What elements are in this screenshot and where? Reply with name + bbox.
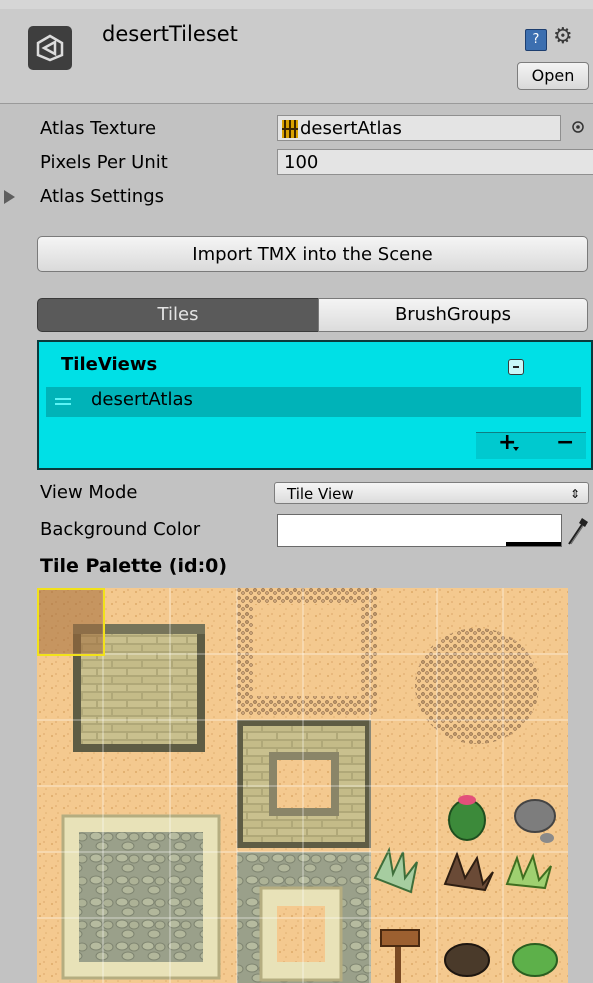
- tileviews-list: TileViews desertAtlas + −: [37, 340, 593, 470]
- eyedropper-icon[interactable]: [565, 513, 591, 547]
- tileviews-header: TileViews: [61, 354, 158, 375]
- inspector-header: desertTileset ? ⚙ Open: [0, 0, 593, 104]
- pixels-per-unit-field[interactable]: 100: [277, 149, 593, 175]
- atlas-texture-value: desertAtlas: [300, 118, 402, 139]
- object-picker-icon[interactable]: [571, 119, 585, 133]
- drag-handle-icon[interactable]: [55, 398, 71, 400]
- add-item-button[interactable]: +: [498, 430, 516, 455]
- background-color-field[interactable]: [277, 514, 562, 547]
- import-tmx-button[interactable]: Import TMX into the Scene: [37, 236, 588, 272]
- gear-icon[interactable]: ⚙: [553, 24, 573, 49]
- list-footer: + −: [476, 430, 586, 459]
- view-mode-value: Tile View: [287, 485, 354, 503]
- collapse-icon[interactable]: [508, 359, 524, 375]
- help-icon[interactable]: ?: [525, 29, 547, 51]
- unity-logo-icon: [28, 26, 72, 70]
- list-item[interactable]: desertAtlas: [46, 387, 581, 417]
- tab-tiles[interactable]: Tiles: [37, 298, 319, 332]
- tile-palette[interactable]: [37, 588, 568, 983]
- atlas-texture-label: Atlas Texture: [40, 118, 157, 139]
- view-mode-dropdown[interactable]: Tile View ⇕: [274, 482, 589, 504]
- texture-icon: [282, 120, 298, 138]
- view-mode-label: View Mode: [40, 482, 138, 503]
- asset-title: desertTileset: [102, 22, 238, 46]
- dropdown-arrows-icon: ⇕: [569, 487, 580, 501]
- background-color-label: Background Color: [40, 519, 201, 540]
- pixels-per-unit-label: Pixels Per Unit: [40, 152, 168, 173]
- alpha-bar: [506, 542, 561, 546]
- dropdown-caret-icon: [513, 447, 519, 451]
- open-button[interactable]: Open: [517, 62, 589, 90]
- atlas-texture-field[interactable]: desertAtlas: [277, 115, 561, 141]
- tab-brushgroups[interactable]: BrushGroups: [318, 298, 588, 332]
- header-top-strip: [0, 0, 593, 9]
- foldout-arrow-icon[interactable]: [4, 190, 15, 204]
- tile-palette-title: Tile Palette (id:0): [40, 555, 228, 577]
- atlas-settings-foldout[interactable]: Atlas Settings: [40, 186, 164, 207]
- list-item-label: desertAtlas: [91, 389, 193, 410]
- remove-item-button[interactable]: −: [556, 430, 574, 455]
